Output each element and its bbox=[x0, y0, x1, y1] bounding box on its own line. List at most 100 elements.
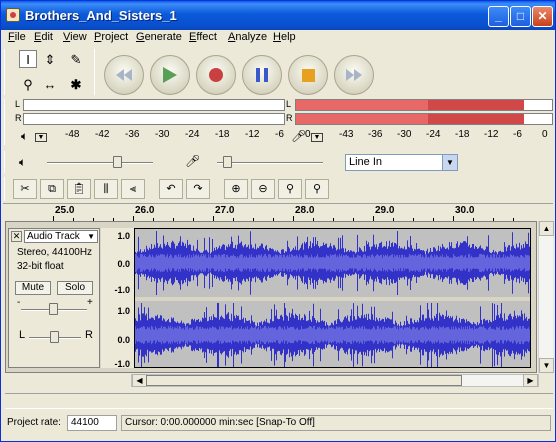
scroll-left-icon[interactable]: ◀ bbox=[132, 374, 147, 387]
paste-button[interactable]: 📋︎ bbox=[67, 179, 91, 199]
play-meter-left bbox=[23, 99, 285, 111]
envelope-tool-icon[interactable]: ⇕ bbox=[41, 50, 59, 68]
input-volume-track bbox=[217, 162, 323, 164]
maximize-button[interactable]: □ bbox=[510, 6, 531, 27]
menu-generate[interactable]: Generate bbox=[136, 31, 182, 43]
copy-button[interactable]: ⧉ bbox=[40, 179, 64, 199]
selection-tool-icon[interactable]: I bbox=[19, 50, 37, 68]
vruler-bottom-mid: 0.0 bbox=[117, 335, 130, 345]
menu-project[interactable]: Project bbox=[94, 31, 128, 43]
silence-button[interactable]: ⫷ bbox=[121, 179, 145, 199]
multi-tool-icon[interactable]: ✱ bbox=[67, 75, 85, 93]
draw-tool-icon[interactable]: ✎ bbox=[67, 50, 85, 68]
fit-selection-button[interactable]: ⚲ bbox=[278, 179, 302, 199]
input-volume-slider[interactable] bbox=[223, 156, 232, 168]
rec-meter-left-label: L bbox=[286, 99, 292, 109]
play-scale-tick: 0 bbox=[305, 129, 311, 140]
toolbar-grip[interactable] bbox=[4, 49, 5, 95]
fit-project-button[interactable]: ⚲ bbox=[305, 179, 329, 199]
scroll-down-icon[interactable]: ▼ bbox=[539, 358, 554, 373]
trim-icon: ⫼ bbox=[103, 183, 109, 195]
channel-divider bbox=[135, 297, 530, 301]
play-scale-tick: -42 bbox=[95, 129, 110, 140]
close-track-icon[interactable]: ✕ bbox=[11, 231, 22, 242]
skip-end-icon bbox=[335, 56, 373, 94]
record-icon bbox=[197, 56, 235, 94]
gain-plus-label: + bbox=[87, 297, 93, 308]
fit-project-icon: ⚲ bbox=[312, 183, 322, 195]
chevron-down-icon[interactable]: ▼ bbox=[442, 155, 457, 170]
toolbar-grip[interactable] bbox=[94, 49, 95, 95]
vertical-amplitude-ruler: 1.0 0.0 -1.0 1.0 0.0 -1.0 bbox=[101, 228, 134, 369]
track-format-channels: Stereo, 44100Hz bbox=[17, 247, 93, 258]
microphone-icon[interactable]: 🎤︎ bbox=[291, 129, 306, 143]
rec-scale-tick: -6 bbox=[513, 129, 522, 140]
mute-button[interactable]: Mute bbox=[15, 281, 51, 295]
close-button[interactable]: ✕ bbox=[532, 6, 553, 27]
trim-button[interactable]: ⫼ bbox=[94, 179, 118, 199]
play-icon bbox=[151, 56, 189, 94]
menu-file[interactable]: File bbox=[8, 31, 26, 43]
solo-button[interactable]: Solo bbox=[57, 281, 93, 295]
undo-button[interactable]: ↶ bbox=[159, 179, 183, 199]
rec-scale-tick: -12 bbox=[484, 129, 499, 140]
scroll-right-icon[interactable]: ▶ bbox=[523, 374, 538, 387]
skip-start-button[interactable] bbox=[104, 55, 144, 95]
menu-view[interactable]: View bbox=[63, 31, 87, 43]
rec-meter-left-fill bbox=[296, 100, 524, 110]
pause-button[interactable] bbox=[242, 55, 282, 95]
ruler-label: 25.0 bbox=[55, 205, 75, 216]
zoom-tool-icon[interactable]: ⚲ bbox=[19, 75, 37, 93]
waveform-rms bbox=[135, 253, 530, 273]
rec-scale-tick: 0 bbox=[542, 129, 548, 140]
play-meter-left-label: L bbox=[15, 99, 21, 109]
waveform-display[interactable] bbox=[134, 228, 531, 368]
rec-meter-right bbox=[295, 113, 553, 125]
speaker-icon[interactable]: 🔈︎ bbox=[21, 129, 28, 144]
stop-button[interactable] bbox=[288, 55, 328, 95]
redo-button[interactable]: ↷ bbox=[186, 179, 210, 199]
gain-slider[interactable] bbox=[49, 303, 58, 315]
play-scale-tick: -36 bbox=[125, 129, 140, 140]
play-button[interactable] bbox=[150, 55, 190, 95]
toolbar-grip[interactable] bbox=[4, 99, 5, 145]
menu-effect[interactable]: Effect bbox=[189, 31, 217, 43]
meter-menu-arrow-icon[interactable]: ▼ bbox=[35, 133, 47, 142]
chevron-down-icon: ▼ bbox=[87, 232, 95, 241]
title-bar[interactable]: Brothers_And_Sisters_1 _ □ ✕ bbox=[1, 1, 555, 30]
cut-button[interactable]: ✂ bbox=[13, 179, 37, 199]
undo-icon: ↶ bbox=[166, 183, 176, 195]
track-format-depth: 32-bit float bbox=[17, 261, 64, 272]
toolbar-grip[interactable] bbox=[4, 151, 5, 173]
rec-scale-tick: -36 bbox=[368, 129, 383, 140]
horizontal-scrollbar[interactable]: ◀ ▶ bbox=[131, 374, 539, 387]
pan-slider[interactable] bbox=[50, 331, 59, 343]
track-name-menu[interactable]: Audio Track ▼ bbox=[24, 230, 98, 243]
ruler-label: 28.0 bbox=[295, 205, 315, 216]
menu-analyze[interactable]: Analyze bbox=[228, 31, 267, 43]
output-volume-slider[interactable] bbox=[113, 156, 122, 168]
scroll-up-icon[interactable]: ▲ bbox=[539, 221, 554, 236]
menu-help[interactable]: Help bbox=[273, 31, 296, 43]
selection-bar bbox=[5, 393, 553, 409]
record-button[interactable] bbox=[196, 55, 236, 95]
toolbar-grip[interactable] bbox=[4, 177, 5, 201]
vertical-scrollbar[interactable]: ▲ ▼ bbox=[538, 221, 554, 373]
input-source-select[interactable]: Line In ▼ bbox=[345, 154, 458, 171]
timeline-ruler[interactable]: 25.0 26.0 27.0 28.0 29.0 30.0 bbox=[3, 203, 553, 221]
ruler-label: 29.0 bbox=[375, 205, 395, 216]
skip-end-button[interactable] bbox=[334, 55, 374, 95]
menu-edit[interactable]: Edit bbox=[34, 31, 53, 43]
vruler-top-min: -1.0 bbox=[114, 285, 130, 295]
horizontal-scroll-thumb[interactable] bbox=[146, 375, 462, 386]
minimize-button[interactable]: _ bbox=[488, 6, 509, 27]
output-volume-track bbox=[47, 162, 153, 164]
output-volume-icon: 🔈︎ bbox=[19, 155, 27, 169]
project-rate-field[interactable]: 44100 bbox=[67, 415, 117, 431]
zoom-out-button[interactable]: ⊖ bbox=[251, 179, 275, 199]
rec-meter-menu-arrow-icon[interactable]: ▼ bbox=[311, 133, 323, 142]
audacity-app-icon bbox=[6, 8, 20, 22]
zoom-in-button[interactable]: ⊕ bbox=[224, 179, 248, 199]
timeshift-tool-icon[interactable]: ↔ bbox=[41, 75, 59, 93]
play-scale-tick: -48 bbox=[65, 129, 80, 140]
